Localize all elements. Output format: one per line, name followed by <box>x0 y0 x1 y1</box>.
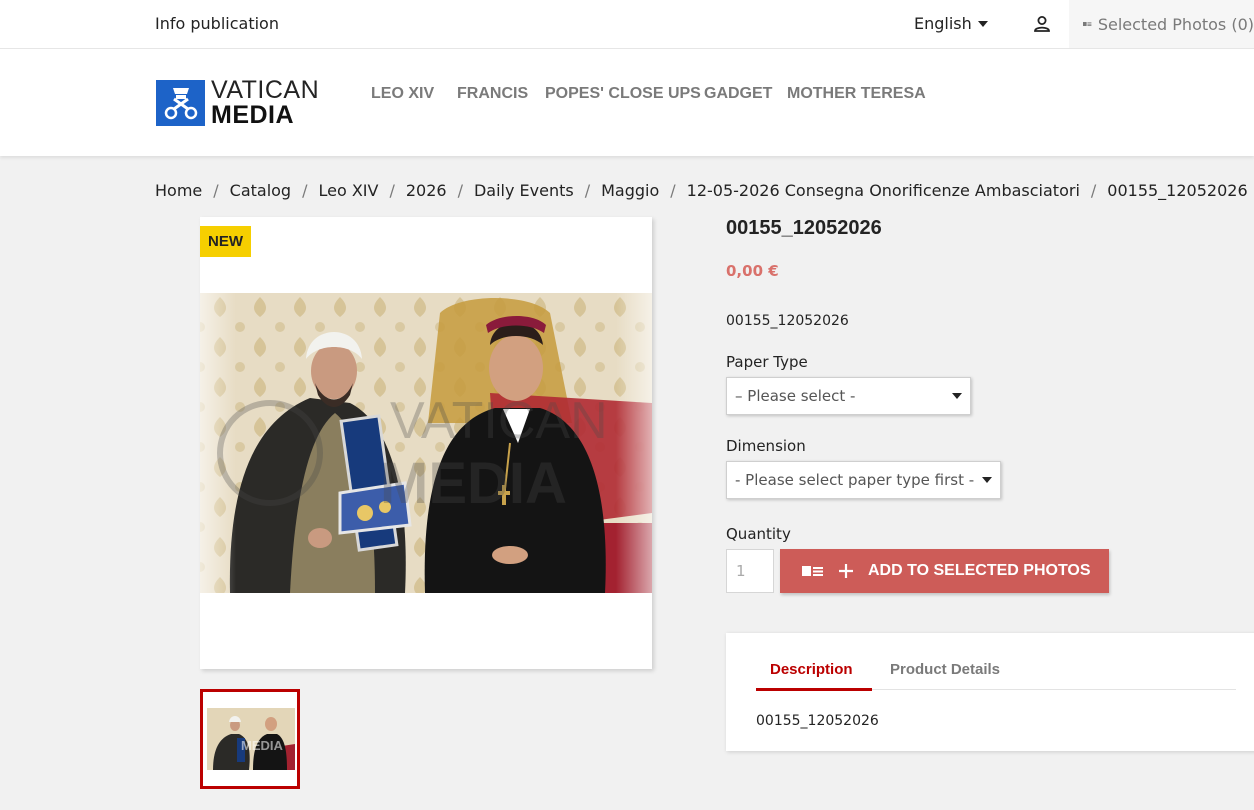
breadcrumb-separator: / <box>1090 181 1097 200</box>
plus-icon <box>839 564 853 578</box>
logo-line1: VATICAN <box>211 76 320 104</box>
info-publication-link[interactable]: Info publication <box>155 14 279 33</box>
breadcrumb-catalog[interactable]: Catalog <box>230 181 291 200</box>
photo-list-icon <box>802 566 823 576</box>
add-button-label: ADD TO SELECTED PHOTOS <box>868 562 1091 579</box>
paper-type-label: Paper Type <box>726 353 808 371</box>
product-price: 0,00 € <box>726 262 779 280</box>
chevron-down-icon <box>982 477 992 483</box>
breadcrumb-current: 00155_12052026 <box>1107 181 1248 200</box>
vatican-media-logo[interactable]: VATICAN MEDIA <box>156 76 320 129</box>
quantity-label: Quantity <box>726 525 791 543</box>
tab-description[interactable]: Description <box>770 661 853 678</box>
top-bar: Info publication English Selected Photos… <box>0 0 1254 49</box>
watermark-line1: VATICAN <box>390 392 608 450</box>
breadcrumb-daily-events[interactable]: Daily Events <box>474 181 574 200</box>
language-label: English <box>914 14 972 33</box>
product-thumbnail[interactable]: MEDIA <box>200 689 300 789</box>
dimension-value: - Please select paper type first - <box>735 471 975 489</box>
nav-item-popes-close-ups[interactable]: POPES' CLOSE UPS <box>545 85 701 103</box>
main-header: VATICAN MEDIA LEO XIV FRANCIS POPES' CLO… <box>0 49 1254 156</box>
breadcrumb-separator: / <box>302 181 308 200</box>
breadcrumb-separator: / <box>389 181 395 200</box>
active-tab-indicator <box>756 688 872 691</box>
thumbnail-photo: MEDIA <box>207 708 295 770</box>
new-badge: NEW <box>200 226 251 257</box>
product-tabs-card: Description Product Details 00155_120520… <box>726 633 1254 751</box>
breadcrumb-separator: / <box>457 181 463 200</box>
breadcrumb-event[interactable]: 12-05-2026 Consegna Onorificenze Ambasci… <box>687 181 1080 200</box>
chevron-down-icon <box>952 393 962 399</box>
paper-type-value: – Please select - <box>735 387 856 405</box>
product-title: 00155_12052026 <box>726 217 882 239</box>
selected-photos-label: Selected Photos (0) <box>1097 14 1254 34</box>
breadcrumb-month[interactable]: Maggio <box>601 181 659 200</box>
dimension-select[interactable]: - Please select paper type first - <box>726 461 1001 499</box>
thumbnail-watermark: MEDIA <box>241 738 284 753</box>
breadcrumb-year[interactable]: 2026 <box>406 181 447 200</box>
nav-item-leo-xiv[interactable]: LEO XIV <box>371 85 434 103</box>
product-reference: 00155_12052026 <box>726 313 849 329</box>
breadcrumb-home[interactable]: Home <box>155 181 202 200</box>
paper-type-select[interactable]: – Please select - <box>726 377 971 415</box>
photo-list-icon <box>1083 21 1092 27</box>
selected-photos-link[interactable]: Selected Photos (0) <box>1069 0 1254 48</box>
tab-product-details[interactable]: Product Details <box>890 661 1000 678</box>
breadcrumb-separator: / <box>584 181 591 200</box>
language-selector[interactable]: English <box>914 14 988 33</box>
keys-emblem-icon <box>156 80 205 126</box>
breadcrumb-separator: / <box>670 181 676 200</box>
breadcrumb: Home / Catalog / Leo XIV / 2026 / Daily … <box>155 181 1248 200</box>
logo-line2: MEDIA <box>211 101 295 129</box>
quantity-input[interactable]: 1 <box>726 549 774 593</box>
watermark-line2: MEDIA <box>380 451 567 516</box>
tab-description-content: 00155_12052026 <box>756 713 879 729</box>
nav-item-gadget[interactable]: GADGET <box>704 85 772 103</box>
product-photo[interactable]: VATICAN MEDIA <box>200 293 652 593</box>
chevron-down-icon <box>977 20 988 27</box>
breadcrumb-leo-xiv[interactable]: Leo XIV <box>318 181 378 200</box>
add-to-selected-photos-button[interactable]: ADD TO SELECTED PHOTOS <box>780 549 1109 593</box>
nav-item-francis[interactable]: FRANCIS <box>457 85 528 103</box>
nav-item-mother-teresa[interactable]: MOTHER TERESA <box>787 85 926 103</box>
breadcrumb-separator: / <box>213 181 219 200</box>
dimension-label: Dimension <box>726 437 806 455</box>
user-icon[interactable] <box>1032 14 1052 34</box>
